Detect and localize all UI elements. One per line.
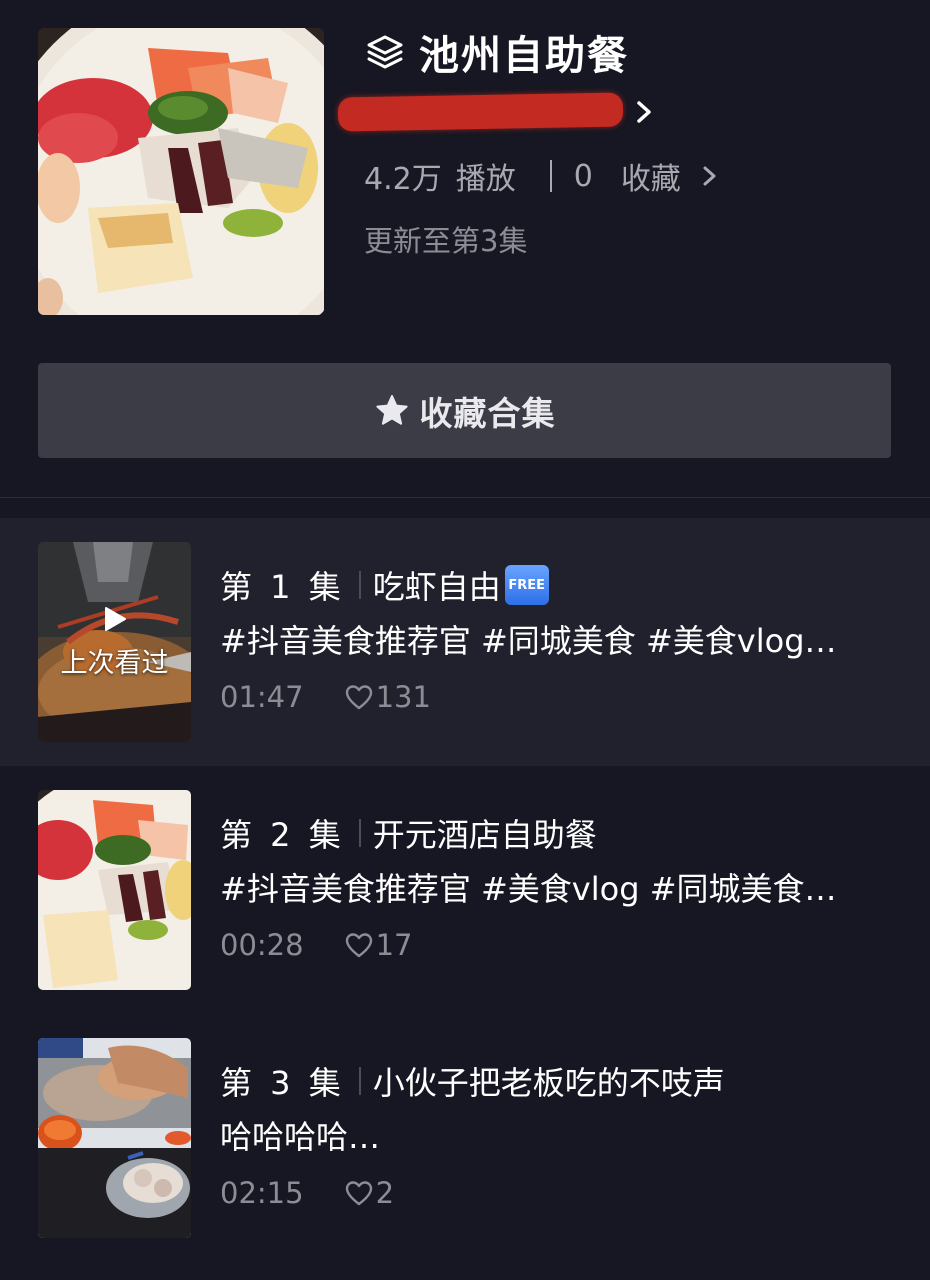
free-badge: FREE bbox=[504, 565, 549, 605]
episode-tags: #抖音美食推荐官 #美食vlog #同城美食… bbox=[220, 870, 837, 908]
title-separator bbox=[358, 819, 361, 847]
episode-duration: 01:47 bbox=[220, 680, 304, 714]
author-link[interactable] bbox=[337, 92, 655, 132]
favorites-count: 0 bbox=[573, 158, 593, 194]
chevron-right-icon bbox=[637, 101, 651, 123]
update-status: 更新至第3集 bbox=[364, 224, 528, 258]
title-separator bbox=[358, 571, 361, 599]
episode-duration: 02:15 bbox=[220, 1176, 304, 1210]
last-watched-label: 上次看过 bbox=[60, 647, 169, 679]
layers-icon bbox=[367, 35, 403, 69]
episode-title-line: 第 1 集 吃虾自由 FREE bbox=[220, 562, 549, 608]
star-icon bbox=[375, 394, 408, 425]
episode-tags: 哈哈哈哈… bbox=[220, 1118, 381, 1156]
episode-likes: 131 bbox=[375, 680, 431, 714]
episode-item[interactable]: 第 3 集 小伙子把老板吃的不吱声 哈哈哈哈… 02:15 2 bbox=[0, 1014, 930, 1262]
collection-title: 池州自助餐 bbox=[419, 33, 629, 79]
episode-number: 第 3 集 bbox=[220, 1064, 345, 1102]
last-watched-overlay: 上次看过 bbox=[38, 542, 191, 742]
episode-number: 第 2 集 bbox=[220, 816, 345, 854]
episode-item[interactable]: 上次看过 第 1 集 吃虾自由 FREE #抖音美食推荐官 #同城美食 #美食v… bbox=[0, 518, 930, 766]
stats-separator bbox=[549, 160, 552, 192]
redacted-author-name bbox=[337, 92, 624, 132]
episode-item[interactable]: 第 2 集 开元酒店自助餐 #抖音美食推荐官 #美食vlog #同城美食… 00… bbox=[0, 766, 930, 1014]
episode-likes: 2 bbox=[375, 1176, 395, 1210]
episode-tags: #抖音美食推荐官 #同城美食 #美食vlog… bbox=[220, 622, 837, 660]
title-separator bbox=[358, 1067, 361, 1095]
heart-icon bbox=[345, 685, 372, 710]
favorite-button-label: 收藏合集 bbox=[419, 393, 556, 433]
episode-title: 吃虾自由 bbox=[372, 568, 501, 606]
heart-icon bbox=[345, 933, 372, 958]
plays-label: 播放 bbox=[455, 162, 516, 197]
episode-meta: 02:15 2 bbox=[220, 1176, 394, 1210]
episode-thumbnail[interactable] bbox=[38, 1038, 191, 1238]
favorites-label: 收藏 bbox=[620, 162, 681, 197]
episode-title: 小伙子把老板吃的不吱声 bbox=[372, 1064, 725, 1102]
collection-title-row: 池州自助餐 bbox=[365, 26, 629, 79]
episode-duration: 00:28 bbox=[220, 928, 304, 962]
episode-title-line: 第 3 集 小伙子把老板吃的不吱声 bbox=[220, 1058, 725, 1104]
collection-page: 池州自助餐 4.2万 播放 0 收藏 更新至第3集 收藏合集 上次看过 第 1 … bbox=[0, 0, 930, 1280]
episode-title: 开元酒店自助餐 bbox=[372, 816, 597, 854]
episode-title-line: 第 2 集 开元酒店自助餐 bbox=[220, 810, 597, 856]
collection-stats[interactable]: 4.2万 播放 0 收藏 bbox=[364, 154, 721, 198]
episode-thumbnail[interactable]: 上次看过 bbox=[38, 542, 191, 742]
chevron-right-icon bbox=[703, 166, 716, 186]
heart-icon bbox=[345, 1181, 372, 1206]
episode-meta: 01:47 131 bbox=[220, 680, 431, 714]
episode-number: 第 1 集 bbox=[220, 568, 345, 606]
section-divider bbox=[0, 497, 930, 498]
collection-cover-image[interactable] bbox=[38, 28, 324, 315]
episode-meta: 00:28 17 bbox=[220, 928, 412, 962]
episode-thumbnail[interactable] bbox=[38, 790, 191, 990]
play-icon bbox=[104, 606, 126, 631]
episode-likes: 17 bbox=[375, 928, 413, 962]
favorite-collection-button[interactable]: 收藏合集 bbox=[38, 363, 891, 458]
plays-count: 4.2万 bbox=[364, 162, 442, 197]
